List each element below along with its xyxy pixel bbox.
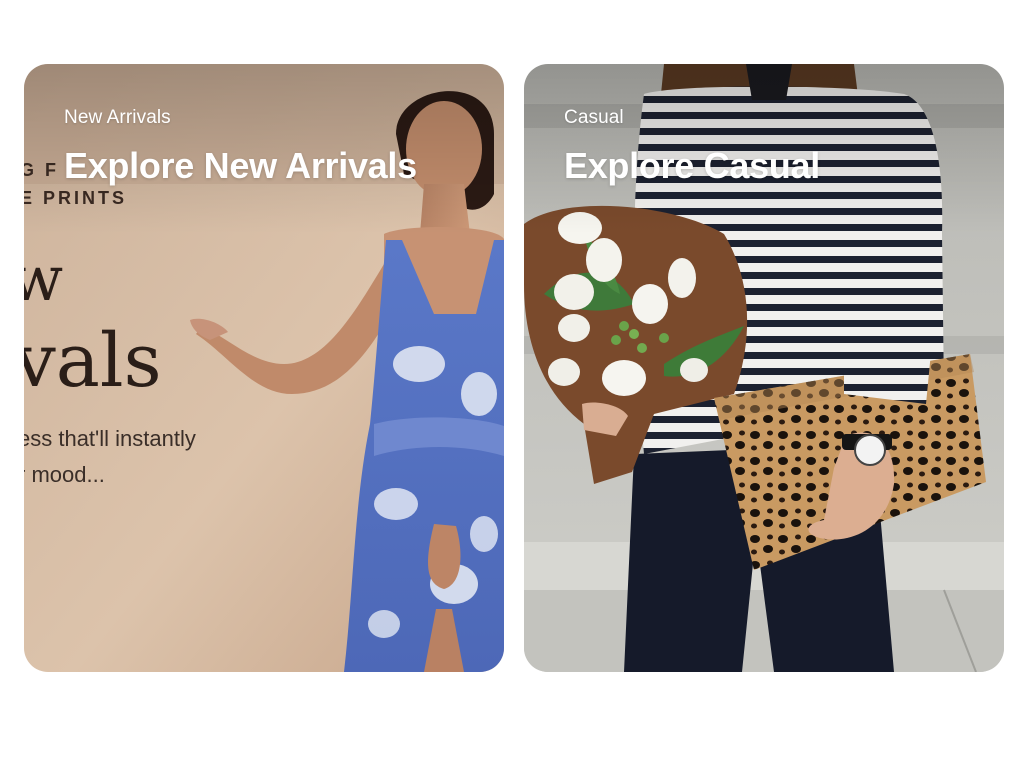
- page: G F E PRINTS w vals ess that'll instantl…: [0, 0, 1014, 762]
- category-card-casual[interactable]: Casual Explore Casual: [524, 64, 1004, 672]
- card-category-label: New Arrivals: [64, 107, 171, 128]
- svg-text:vals: vals: [24, 318, 162, 404]
- svg-text:ess that'll instantly: ess that'll instantly: [24, 426, 196, 451]
- card-category-label: Casual: [564, 107, 624, 128]
- card-title-link[interactable]: Explore Casual: [564, 146, 820, 186]
- card-title-link[interactable]: Explore New Arrivals: [64, 146, 417, 186]
- card-caption: Casual Explore Casual: [564, 106, 820, 186]
- svg-text:w: w: [24, 242, 63, 315]
- svg-text:r mood...: r mood...: [24, 462, 105, 487]
- category-cards: G F E PRINTS w vals ess that'll instantl…: [24, 64, 1004, 672]
- category-card-new-arrivals[interactable]: G F E PRINTS w vals ess that'll instantl…: [24, 64, 504, 672]
- card-caption: New Arrivals Explore New Arrivals: [64, 106, 417, 186]
